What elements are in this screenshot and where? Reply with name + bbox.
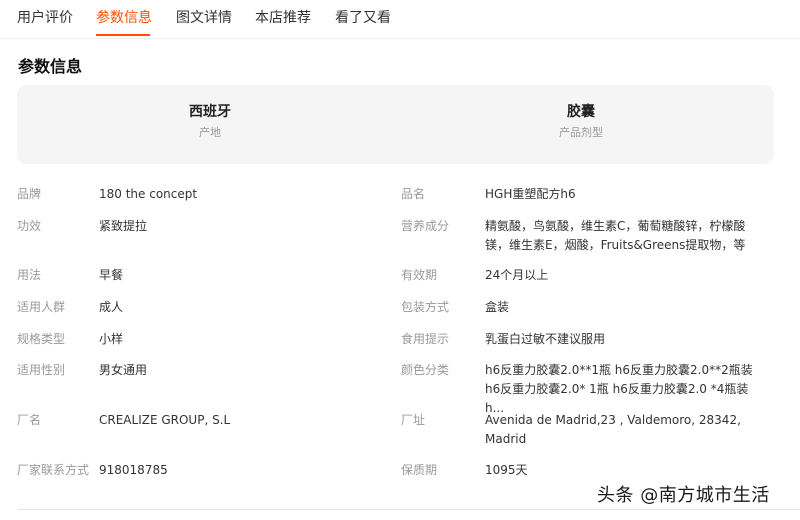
param-value: 早餐 — [99, 268, 124, 282]
tab-user-reviews[interactable]: 用户评价 — [17, 7, 73, 27]
param-value: CREALIZE GROUP, S.L — [99, 413, 231, 427]
param-key: 厂家联系方式 — [17, 463, 90, 477]
watermark: 头条 @南方城市生活 — [597, 485, 770, 506]
param-value: 小样 — [99, 332, 124, 346]
param-key: 保质期 — [401, 463, 438, 477]
param-key: 厂址 — [401, 413, 426, 427]
summary-dosage-form: 胶囊 产品剂型 — [481, 103, 681, 140]
section-title: 参数信息 — [18, 57, 83, 76]
summary-dosage-form-label: 产品剂型 — [559, 126, 603, 139]
summary-origin-value: 西班牙 — [189, 104, 231, 120]
param-value: 乳蛋白过敏不建议服用 — [485, 332, 606, 346]
active-tab-indicator — [96, 34, 150, 36]
tab-image-details[interactable]: 图文详情 — [176, 7, 232, 27]
param-key: 包装方式 — [401, 300, 450, 314]
param-value: 24个月以上 — [485, 268, 549, 282]
param-value: h6反重力胶囊2.0**1瓶 h6反重力胶囊2.0**2瓶装 h6反重力胶囊2.… — [485, 363, 753, 415]
summary-origin-label: 产地 — [199, 126, 221, 139]
param-key: 用法 — [17, 268, 42, 282]
param-value: HGH重塑配方h6 — [485, 187, 576, 201]
param-key: 品名 — [401, 187, 426, 201]
summary-card: 西班牙 产地 胶囊 产品剂型 — [17, 85, 774, 164]
param-key: 厂名 — [17, 413, 42, 427]
tab-store-recommend[interactable]: 本店推荐 — [255, 7, 311, 27]
param-value: 盒装 — [485, 300, 510, 314]
param-key: 营养成分 — [401, 219, 450, 233]
param-value: 成人 — [99, 300, 124, 314]
summary-dosage-form-value: 胶囊 — [567, 104, 595, 120]
tab-parameters[interactable]: 参数信息 — [96, 7, 152, 27]
param-key: 食用提示 — [401, 332, 450, 346]
bottom-divider — [18, 509, 800, 510]
param-value: 精氨酸，鸟氨酸，维生素C，葡萄糖酸锌，柠檬酸镁，维生素E，烟酸，Fruits&G… — [485, 219, 746, 252]
param-key: 规格类型 — [17, 332, 66, 346]
param-value: Avenida de Madrid,23 , Valdemoro, 28342,… — [485, 413, 741, 446]
param-key: 有效期 — [401, 268, 438, 282]
param-value: 180 the concept — [99, 187, 198, 201]
param-value: 918018785 — [99, 463, 168, 477]
param-key: 适用人群 — [17, 300, 66, 314]
summary-origin: 西班牙 产地 — [110, 103, 310, 140]
param-value: 紧致提拉 — [99, 219, 148, 233]
param-key: 颜色分类 — [401, 363, 450, 377]
param-key: 适用性别 — [17, 363, 66, 377]
tab-bar: 用户评价 参数信息 图文详情 本店推荐 看了又看 — [0, 0, 800, 39]
param-key: 品牌 — [17, 187, 42, 201]
param-value: 男女通用 — [99, 363, 148, 377]
tab-also-viewed[interactable]: 看了又看 — [335, 7, 391, 27]
param-key: 功效 — [17, 219, 42, 233]
param-value: 1095天 — [485, 463, 528, 477]
